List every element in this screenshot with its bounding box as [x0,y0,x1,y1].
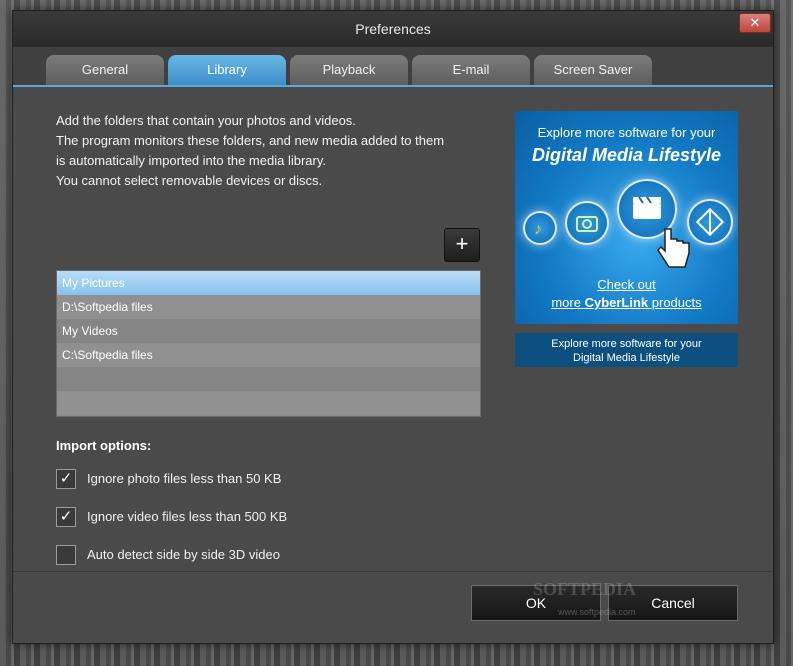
tab-library[interactable]: Library [168,55,286,85]
camera-icon [565,201,609,245]
footer-divider [13,571,773,572]
tab-email[interactable]: E-mail [412,55,530,85]
title-bar[interactable]: Preferences ✕ [13,11,773,47]
ad-title: Digital Media Lifestyle [531,145,722,165]
music-note-icon: ♪ [523,211,557,245]
tab-playback[interactable]: Playback [290,55,408,85]
folder-row[interactable]: My Pictures [57,271,480,295]
add-folder-button[interactable]: + [444,228,480,262]
description-line: is automatically imported into the media… [56,153,326,168]
folder-row[interactable]: C:\Softpedia files [57,343,480,367]
folder-row[interactable]: D:\Softpedia files [57,295,480,319]
description-line: You cannot select removable devices or d… [56,173,323,188]
svg-text:♪: ♪ [534,221,542,238]
folder-row[interactable] [57,391,480,415]
cyberlink-ad-banner[interactable]: Explore more software for your Digital M… [515,111,738,324]
tab-bar: General Library Playback E-mail Screen S… [13,47,773,87]
import-options-heading: Import options: [56,438,152,453]
folder-row[interactable]: My Videos [57,319,480,343]
ad-link-suffix: products [648,295,702,310]
description-line: Add the folders that contain your photos… [56,113,356,128]
tab-general[interactable]: General [46,55,164,85]
folder-list[interactable]: My Pictures D:\Softpedia files My Videos… [56,270,481,417]
ad-headline: Explore more software for your [537,125,716,140]
window-title: Preferences [355,21,431,37]
softpedia-watermark: SOFTPEDIA [533,579,637,599]
checkbox-checked[interactable]: ✓ [56,507,76,527]
ad-link-check-out[interactable]: Check out [515,277,738,292]
softpedia-watermark-url: www.softpedia.com [558,607,636,617]
ad-link-prefix: more [551,295,585,310]
description-line: The program monitors these folders, and … [56,133,445,148]
folder-row[interactable] [57,367,480,391]
ad-link-products[interactable]: more CyberLink products [515,295,738,310]
checkbox-unchecked[interactable] [56,545,76,565]
ad-caption-line: Explore more software for your [551,338,702,350]
option-label: Ignore video files less than 500 KB [87,509,288,524]
tab-screen-saver[interactable]: Screen Saver [534,55,652,85]
option-label: Ignore photo files less than 50 KB [87,471,282,486]
ad-link-brand: CyberLink [584,295,649,310]
hand-cursor-icon [655,223,695,273]
library-description: Add the folders that contain your photos… [56,111,496,191]
ad-caption[interactable]: Explore more software for your Digital M… [515,333,738,367]
checkbox-checked[interactable]: ✓ [56,469,76,489]
preferences-dialog: Preferences ✕ General Library Playback E… [12,10,774,644]
close-button[interactable]: ✕ [739,13,771,33]
option-label: Auto detect side by side 3D video [87,547,280,562]
ad-caption-line: Digital Media Lifestyle [573,352,680,364]
